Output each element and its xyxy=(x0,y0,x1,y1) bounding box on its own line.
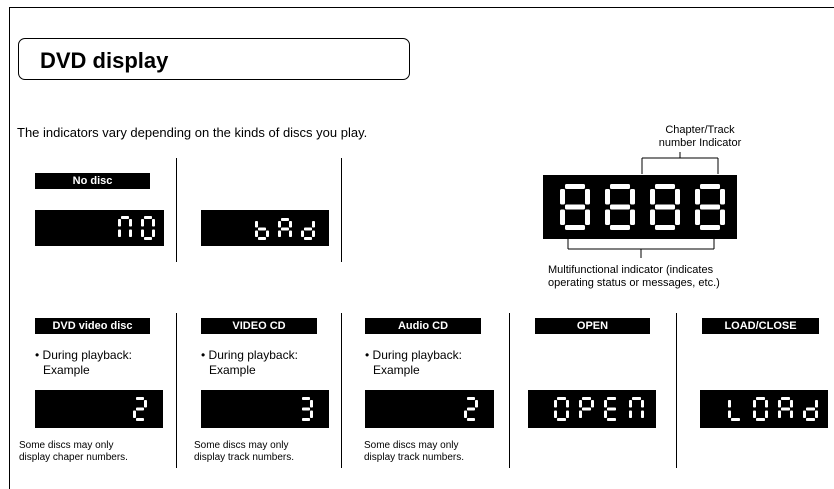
top-divider-1 xyxy=(176,158,177,262)
video-cd-note-line1: Some discs may only xyxy=(194,440,289,451)
chapter-track-bracket xyxy=(641,152,719,174)
page-title: DVD display xyxy=(40,48,169,73)
segment-digit xyxy=(778,397,793,418)
audio-cd-note-line1: Some discs may only xyxy=(364,440,459,451)
section-title-box: DVD display xyxy=(18,38,410,80)
segment-digit xyxy=(605,184,635,230)
video-cd-bullet: • During playback: Example xyxy=(201,348,298,378)
audio-cd-note: Some discs may only display track number… xyxy=(364,440,464,464)
open-label: OPEN xyxy=(535,318,650,334)
video-cd-note: Some discs may only display track number… xyxy=(194,440,294,464)
segment-digit xyxy=(133,397,147,421)
segment-digit xyxy=(753,397,768,421)
segment-digit xyxy=(278,218,292,237)
video-cd-display xyxy=(201,390,329,428)
top-divider-2 xyxy=(341,158,342,262)
dvd-video-bullet: • During playback: Example xyxy=(35,348,132,378)
dvd-video-bullet-line1: • During playback: xyxy=(35,348,132,362)
audio-cd-label: Audio CD xyxy=(365,318,481,334)
segment-digit xyxy=(695,184,725,230)
segment-digit xyxy=(803,400,818,421)
multifunctional-callout-line2: operating status or messages, etc.) xyxy=(548,277,720,289)
page-frame-left xyxy=(9,7,10,489)
indicator-display xyxy=(543,175,737,239)
audio-cd-bullet-line1: • During playback: xyxy=(365,348,462,362)
chapter-track-callout-line1: Chapter/Track xyxy=(665,124,735,136)
segment-digit xyxy=(302,397,313,421)
dvd-video-label: DVD video disc xyxy=(35,318,150,334)
video-cd-bullet-line2: Example xyxy=(209,363,256,377)
segment-digit xyxy=(141,216,155,240)
multifunctional-callout-line1: Multifunctional indicator (indicates xyxy=(548,264,714,276)
video-cd-note-line2: display track numbers. xyxy=(194,452,295,463)
video-cd-label: VIDEO CD xyxy=(201,318,317,334)
dvd-video-note-line1: Some discs may only xyxy=(19,440,114,451)
bottom-divider-4 xyxy=(676,313,677,468)
segment-digit xyxy=(629,397,644,418)
load-close-label: LOAD/CLOSE xyxy=(702,318,819,334)
segment-digit xyxy=(560,184,590,230)
dvd-video-display xyxy=(35,390,163,428)
audio-cd-display xyxy=(365,390,494,428)
segment-digit xyxy=(464,397,478,421)
bottom-divider-2 xyxy=(341,313,342,468)
multifunctional-bracket xyxy=(567,239,715,258)
audio-cd-bullet: • During playback: Example xyxy=(365,348,462,378)
bottom-divider-1 xyxy=(176,313,177,468)
segment-digit xyxy=(301,221,315,240)
page-frame-top xyxy=(9,7,834,8)
audio-cd-bullet-line2: Example xyxy=(373,363,420,377)
load-close-display xyxy=(700,390,828,428)
audio-cd-note-line2: display track numbers. xyxy=(364,452,465,463)
segment-digit xyxy=(554,397,569,421)
dvd-video-bullet-line2: Example xyxy=(43,363,90,377)
bad-display xyxy=(201,210,329,246)
open-display xyxy=(528,390,656,428)
segment-digit xyxy=(650,184,680,230)
intro-text: The indicators vary depending on the kin… xyxy=(17,125,368,140)
segment-digit xyxy=(118,216,132,237)
no-disc-display xyxy=(35,210,164,246)
video-cd-bullet-line1: • During playback: xyxy=(201,348,298,362)
multifunctional-callout: Multifunctional indicator (indicates ope… xyxy=(548,264,720,290)
chapter-track-callout: Chapter/Track number Indicator xyxy=(650,124,750,150)
bottom-divider-3 xyxy=(509,313,510,468)
no-disc-label: No disc xyxy=(35,173,150,189)
dvd-video-note: Some discs may only display chaper numbe… xyxy=(19,440,128,464)
segment-digit xyxy=(255,221,269,240)
dvd-video-note-line2: display chaper numbers. xyxy=(19,452,128,463)
segment-digit xyxy=(604,397,616,421)
chapter-track-callout-line2: number Indicator xyxy=(658,137,742,149)
segment-digit xyxy=(579,397,594,418)
segment-digit xyxy=(728,400,740,421)
